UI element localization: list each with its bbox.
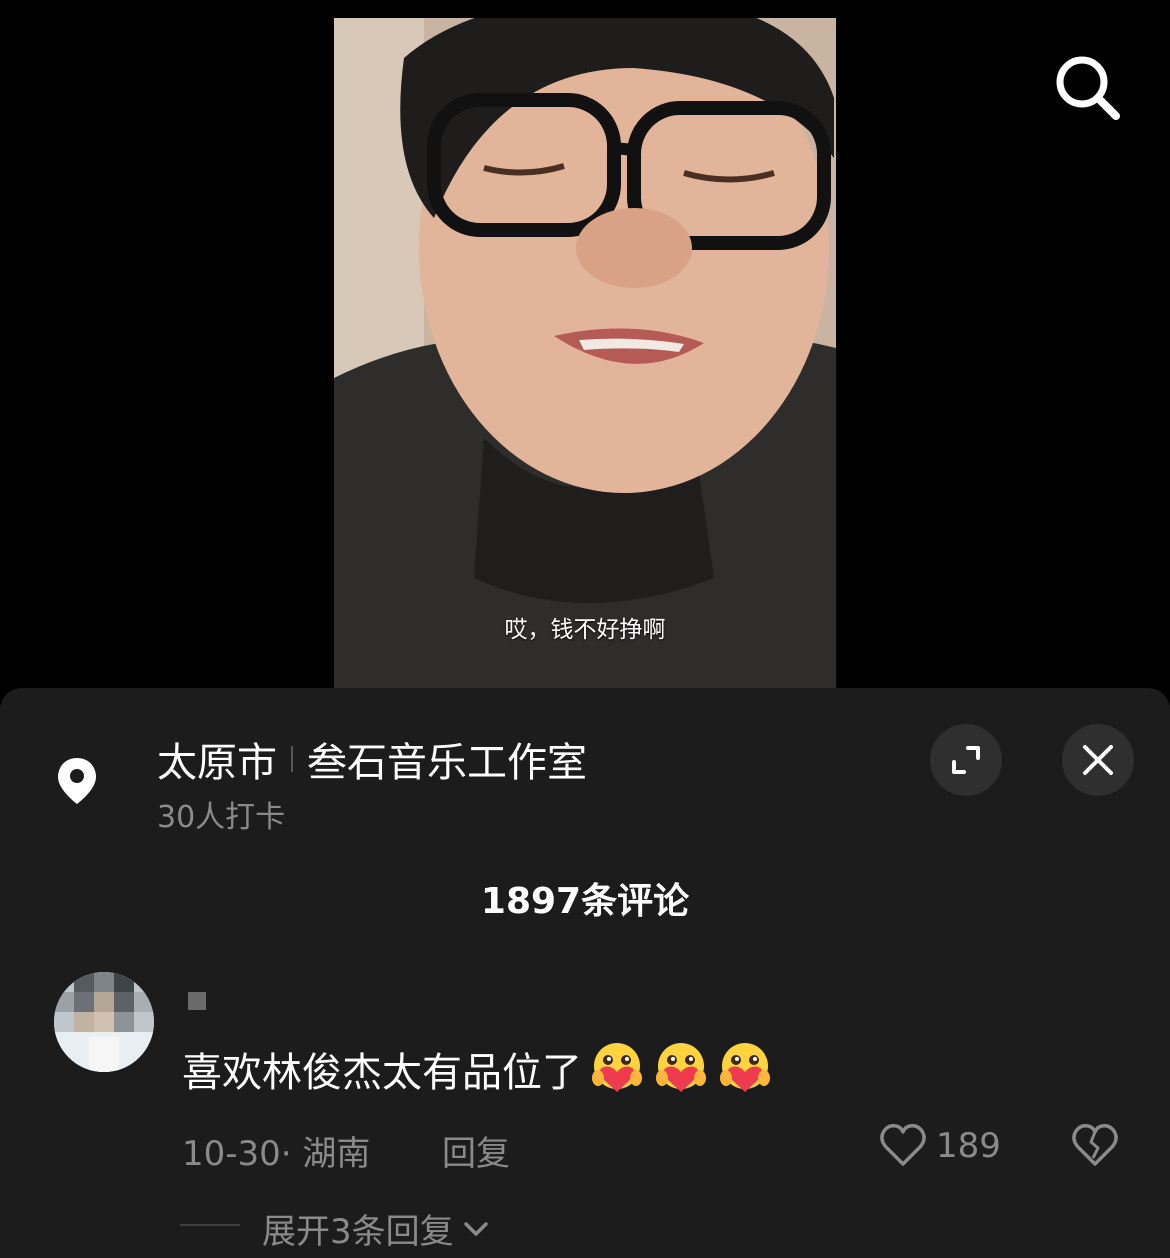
expand-icon [952,746,980,774]
close-icon [1083,745,1113,775]
avatar[interactable] [54,972,154,1072]
search-button[interactable] [1052,52,1124,124]
comments-sheet: 太原市 叁石音乐工作室 30人打卡 1897条评论 喜欢林俊杰太有品位了 10-… [0,688,1170,1258]
location-title[interactable]: 太原市 叁石音乐工作室 [157,730,587,788]
location-pin-icon [56,756,98,806]
reply-button[interactable]: 回复 [442,1126,510,1175]
username-redacted[interactable] [188,992,206,1010]
dislike-button[interactable] [1070,1122,1120,1168]
video-frame[interactable]: 哎，钱不好挣啊 [334,18,836,690]
chevron-down-icon [463,1221,488,1236]
video-person-illustration [334,18,836,690]
heart-hug-emoji-icon [656,1043,706,1092]
like-count: 189 [936,1126,1001,1166]
search-icon [1056,56,1120,120]
expand-button[interactable] [930,724,1002,796]
broken-heart-icon [1072,1123,1118,1166]
expand-divider [180,1224,240,1226]
comment-text: 喜欢林俊杰太有品位了 [182,1040,774,1098]
comment-count: 1897条评论 [480,881,690,922]
comment-time-location: 10-30· 湖南 [182,1134,371,1174]
video-subtitle: 哎，钱不好挣啊 [504,617,666,643]
location-divider [291,746,293,772]
heart-icon [880,1123,926,1166]
comment-body: 喜欢林俊杰太有品位了 [182,1050,582,1096]
location-checkins: 30人打卡 [157,800,286,835]
heart-hug-emoji-icon [592,1043,642,1092]
video-area[interactable]: 哎，钱不好挣啊 [0,0,1170,690]
like-button[interactable] [878,1122,928,1168]
heart-hug-emoji-icon [720,1043,770,1092]
location-place: 叁石音乐工作室 [307,740,587,786]
expand-replies-button[interactable]: 展开3条回复 [262,1204,490,1253]
close-button[interactable] [1062,724,1134,796]
location-city: 太原市 [157,740,277,786]
expand-replies-label: 展开3条回复 [262,1212,454,1252]
